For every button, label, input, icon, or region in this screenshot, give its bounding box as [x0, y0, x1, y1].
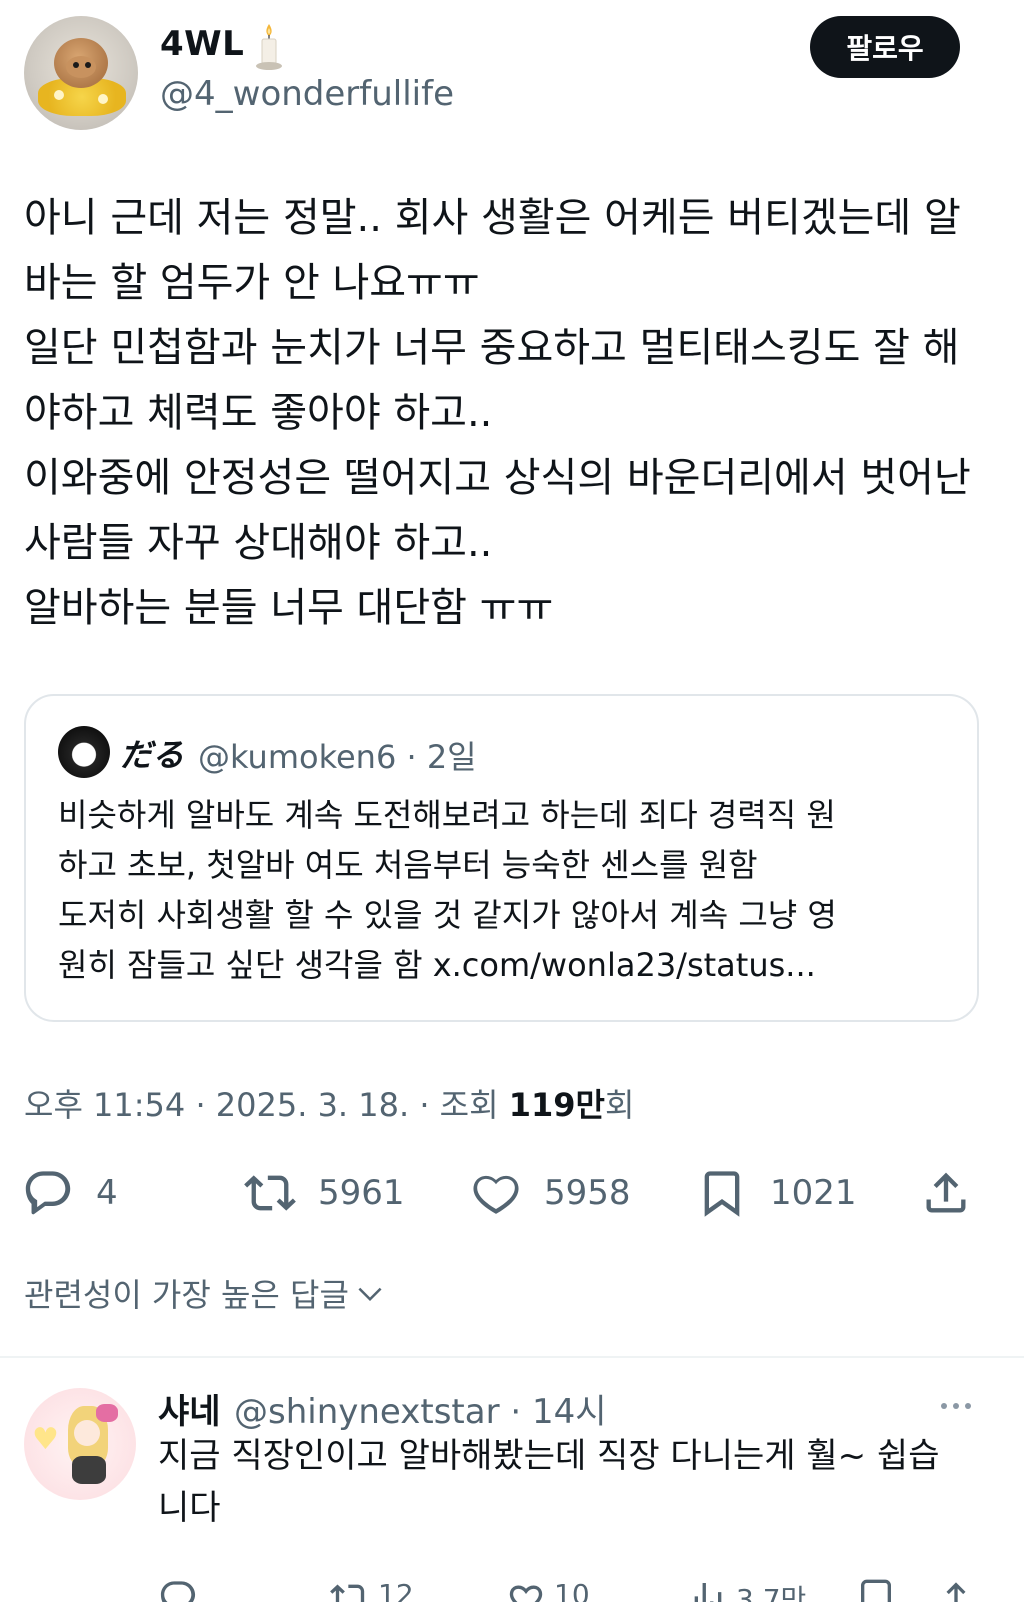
avatar-pillow-dot	[98, 94, 108, 104]
quoted-tweet[interactable]: だる @kumoken6 · 2일 비슷하게 알바도 계속 도전해보려고 하는데…	[24, 694, 979, 1022]
avatar-character-face	[74, 1420, 100, 1446]
view-count-suffix: 회	[604, 1086, 635, 1124]
replies-sort-dropdown[interactable]: 관련성이 가장 높은 답글	[24, 1270, 385, 1316]
like-count: 5958	[544, 1173, 631, 1213]
retweet-icon	[244, 1175, 296, 1211]
reply-action-bar: 12 10 3.7만	[0, 1572, 1024, 1602]
timestamp-text: 오후 11:54 · 2025. 3. 18. · 조회	[24, 1086, 509, 1124]
author-handle[interactable]: @4_wonderfullife	[160, 74, 454, 114]
reply-share-button[interactable]	[936, 1578, 976, 1602]
reply-bookmark-button[interactable]	[856, 1578, 896, 1602]
quote-author-meta: @kumoken6 · 2일	[198, 738, 477, 776]
heart-icon	[473, 1175, 519, 1214]
chevron-down-icon	[358, 1287, 382, 1302]
reply-like-count: 10	[554, 1578, 590, 1602]
heart-decoration-icon: ♥	[32, 1422, 59, 1457]
reply-reply-button[interactable]	[158, 1578, 198, 1602]
views-icon	[694, 1583, 722, 1602]
reply-count: 4	[96, 1173, 118, 1213]
author-avatar[interactable]	[24, 16, 138, 130]
heart-icon	[509, 1585, 543, 1602]
reply-view-count: 3.7만	[736, 1583, 807, 1602]
divider	[0, 1356, 1024, 1358]
reply-retweet-button[interactable]: 12	[330, 1578, 414, 1602]
reply-author-meta[interactable]: @shinynextstar · 14시	[234, 1384, 607, 1433]
retweet-button[interactable]: 5961	[244, 1166, 405, 1220]
reply-author-avatar[interactable]: ♥	[24, 1388, 136, 1500]
bookmark-count: 1021	[770, 1173, 857, 1213]
share-button[interactable]	[920, 1166, 972, 1220]
view-count: 119만	[508, 1086, 605, 1124]
share-icon	[926, 1172, 966, 1213]
avatar-dog-face	[66, 56, 96, 78]
bookmark-icon	[861, 1579, 891, 1602]
like-button[interactable]: 5958	[470, 1166, 631, 1220]
avatar-pillow-dot	[54, 90, 64, 100]
author-name[interactable]: 4WL	[160, 24, 244, 64]
tweet-text: 아니 근데 저는 정말.. 회사 생활은 어케든 버티겠는데 알 바는 할 엄두…	[24, 195, 971, 631]
quote-text: 비슷하게 알바도 계속 도전해보려고 하는데 죄다 경력직 원 하고 초보, 첫…	[58, 796, 837, 984]
bookmark-button[interactable]: 1021	[696, 1166, 857, 1220]
reply-author-name[interactable]: 샤네	[158, 1384, 221, 1433]
reply-like-button[interactable]: 10	[506, 1578, 590, 1602]
share-icon	[946, 1582, 966, 1602]
follow-button[interactable]: 팔로우	[810, 16, 960, 78]
replies-sort-label: 관련성이 가장 높은 답글	[24, 1276, 349, 1314]
tweet-timestamp: 오후 11:54 · 2025. 3. 18. · 조회 119만회	[24, 1080, 634, 1126]
retweet-icon	[330, 1584, 365, 1602]
candle-icon	[256, 24, 282, 70]
reply-icon	[160, 1581, 196, 1602]
bookmark-icon	[704, 1171, 740, 1217]
reply-text: 지금 직장인이고 알바해봤는데 직장 다니는게 훨~ 쉽습 니다	[158, 1436, 940, 1528]
reply-button[interactable]: 4	[22, 1166, 118, 1220]
more-icon[interactable]	[936, 1388, 976, 1424]
reply-icon	[25, 1171, 71, 1215]
quote-author-avatar	[58, 726, 110, 778]
retweet-count: 5961	[318, 1173, 405, 1213]
avatar-character-bow	[96, 1404, 118, 1422]
avatar-dog-eye	[85, 62, 91, 68]
reply-views-button[interactable]: 3.7만	[688, 1578, 806, 1602]
avatar-dog-eye	[73, 62, 79, 68]
avatar-character-dress	[72, 1456, 106, 1484]
quote-author-name: だる	[120, 736, 185, 774]
reply-retweet-count: 12	[378, 1578, 414, 1602]
